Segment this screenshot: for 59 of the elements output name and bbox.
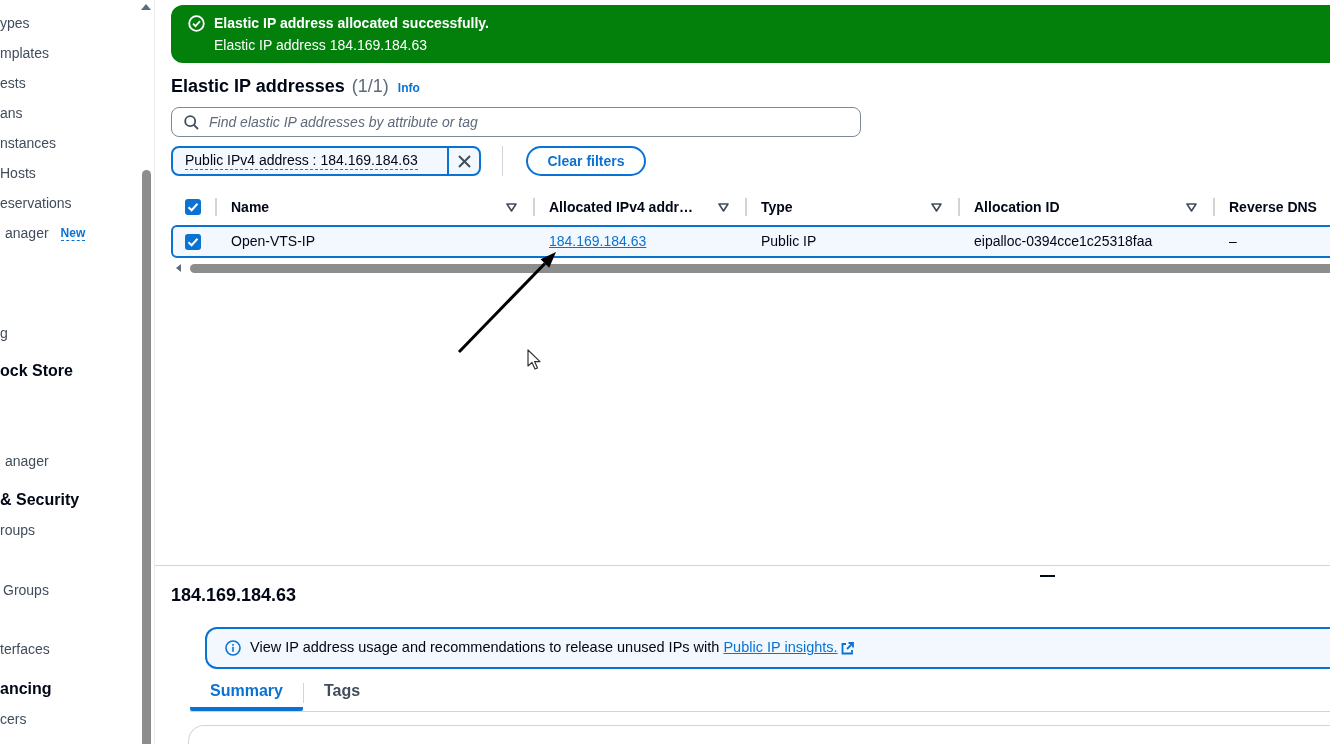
filter-label: Public IPv4 address : 184.169.184.63 [185, 152, 418, 170]
drag-handle-icon[interactable] [1040, 575, 1055, 577]
table-cell-text: eipalloc-0394cce1c25318faa [974, 232, 1153, 251]
scrollbar-thumb[interactable] [141, 170, 151, 744]
horizontal-scrollbar-thumb[interactable] [190, 263, 1330, 273]
new-label: New [60, 225, 86, 241]
banner-title: Elastic IP address allocated successfully. [214, 14, 489, 33]
column-header[interactable]: Allocation ID [974, 196, 1186, 218]
nav-section-heading: & Security [0, 490, 80, 510]
info-link[interactable]: Info [397, 79, 420, 97]
tab[interactable]: Tags [303, 675, 381, 711]
selected-table-row[interactable]: Open-VTS-IP 184.169.184.63 Public IP eipalloc-0394cce1c25318faa – [171, 225, 1330, 258]
page-title: Elastic IP addresses [171, 75, 345, 98]
nav-link[interactable]: anager [5, 450, 49, 472]
scroll-up-arrow-icon[interactable] [141, 4, 151, 10]
mouse-pointer-icon [527, 349, 541, 370]
tab[interactable]: Summary [190, 675, 303, 711]
table-cell-text: Public IP [761, 232, 817, 251]
column-header[interactable]: Reverse DNS [1229, 196, 1330, 218]
table-cell-text: – [1229, 232, 1237, 251]
nav-link[interactable]: ests [0, 72, 26, 94]
checked-checkbox[interactable] [185, 233, 201, 250]
nav-link[interactable]: mplates [0, 42, 50, 64]
close-icon [457, 154, 471, 168]
nav-link[interactable]: terfaces [0, 638, 50, 660]
check-circle-icon [188, 15, 205, 32]
checked-checkbox[interactable] [185, 199, 201, 215]
details-title: 184.169.184.63 [171, 583, 297, 607]
nav-link[interactable]: eservations [0, 192, 72, 214]
nav-section-heading: ancing [0, 679, 52, 699]
sort-triangle-icon[interactable] [931, 202, 942, 212]
sort-triangle-icon[interactable] [506, 202, 517, 212]
nav-link[interactable]: Hosts [0, 162, 36, 184]
search-icon [184, 114, 199, 130]
clear-filters-button[interactable]: Clear filters [526, 146, 646, 176]
item-count: (1/1) [351, 75, 389, 98]
column-header[interactable]: Name [231, 196, 506, 218]
info-icon [225, 640, 241, 656]
nav-link[interactable]: roups [0, 519, 36, 541]
sort-triangle-icon[interactable] [1186, 202, 1197, 212]
nav-link[interactable]: Groups [3, 579, 49, 601]
public-ip-insights-link[interactable]: Public IP insights. [723, 637, 854, 659]
nav-section-heading: ock Store [0, 361, 73, 381]
sort-triangle-icon[interactable] [718, 202, 729, 212]
column-header[interactable]: Allocated IPv4 addr… [549, 196, 718, 218]
external-link-icon [840, 641, 854, 655]
alert-message: View IP address usage and recommendations to release unused IPs with Public IP insights. [250, 637, 854, 659]
banner-message: Elastic IP address 184.169.184.63 [214, 36, 428, 55]
table-cell-text: Open-VTS-IP [231, 232, 316, 251]
nav-link[interactable]: nstances [0, 132, 57, 154]
search-field[interactable]: Find elastic IP addresses by attribute or tag [171, 107, 861, 137]
nav-link[interactable]: anager [5, 222, 49, 244]
nav-link[interactable]: ans [0, 102, 23, 124]
nav-link[interactable]: g [0, 322, 8, 344]
ip-address-link[interactable]: 184.169.184.63 [549, 231, 647, 252]
scroll-left-arrow-icon[interactable] [176, 264, 181, 272]
nav-link[interactable]: ypes [0, 12, 30, 34]
nav-link[interactable]: cers [0, 708, 27, 730]
column-header[interactable]: Type [761, 196, 931, 218]
